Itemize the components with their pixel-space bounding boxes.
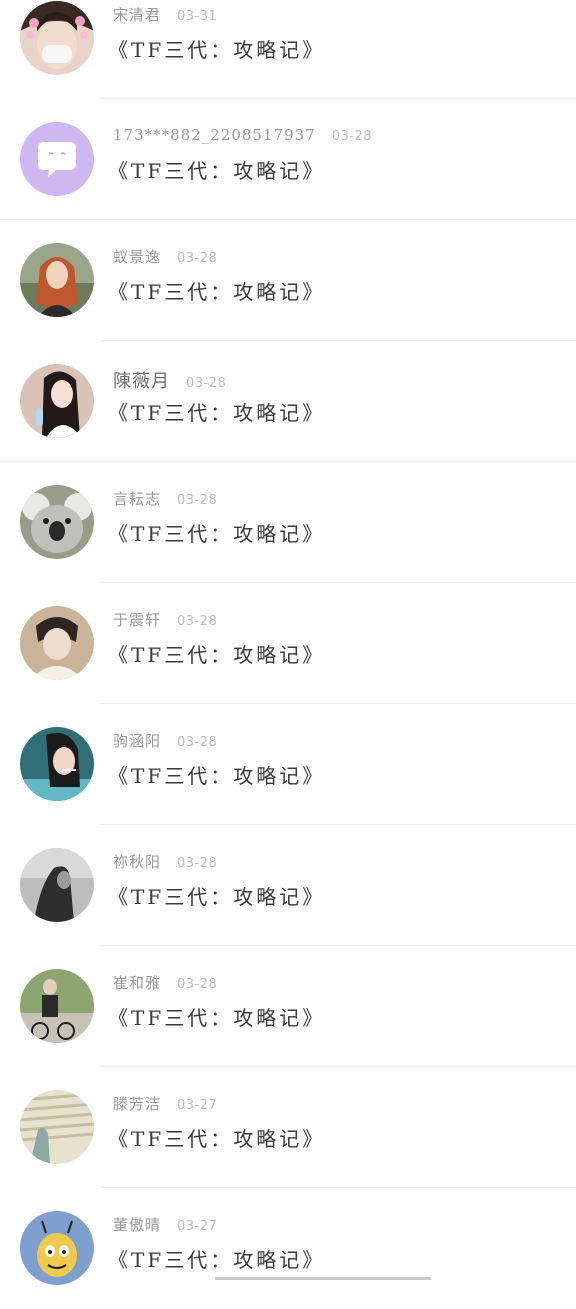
message-meta: 宋清君 03-31	[113, 4, 217, 26]
avatar[interactable]	[20, 848, 94, 922]
message-meta: 滕芳洁 03-27	[113, 1093, 217, 1115]
avatar[interactable]	[20, 727, 94, 801]
list-item[interactable]: 蚁景逸 03-28 《TF三代：攻略记》	[0, 220, 576, 341]
list-item[interactable]: 崔和雅 03-28 《TF三代：攻略记》	[0, 946, 576, 1067]
message-text: 《TF三代：攻略记》	[108, 522, 326, 546]
avatar[interactable]	[20, 969, 94, 1043]
list-item[interactable]: 宋清君 03-31 《TF三代：攻略记》	[0, 0, 576, 99]
avatar[interactable]	[20, 364, 94, 438]
message-date: 03-28	[177, 251, 218, 266]
sender-name: 陳薇月	[113, 371, 170, 392]
message-date: 03-28	[177, 614, 218, 629]
sender-name: 173***882_2208517937	[113, 126, 316, 144]
message-meta: 173***882_2208517937 03-28	[113, 125, 372, 147]
avatar[interactable]	[20, 1090, 94, 1164]
sender-name: 于震轩	[113, 611, 162, 629]
message-list: 宋清君 03-31 《TF三代：攻略记》 173***882_2208517937…	[0, 0, 576, 1309]
list-item[interactable]: 言耘志 03-28 《TF三代：攻略记》	[0, 462, 576, 583]
sender-name: 驹涵阳	[113, 732, 162, 750]
avatar[interactable]	[20, 1211, 94, 1285]
message-date: 03-27	[177, 1098, 218, 1113]
sender-name: 言耘志	[113, 490, 162, 508]
list-item[interactable]: 祢秋阳 03-28 《TF三代：攻略记》	[0, 825, 576, 946]
message-meta: 陳薇月 03-28	[113, 367, 227, 392]
message-meta: 崔和雅 03-28	[113, 972, 217, 994]
message-text: 《TF三代：攻略记》	[108, 38, 326, 62]
avatar[interactable]	[20, 243, 94, 317]
message-text: 《TF三代：攻略记》	[108, 885, 326, 909]
avatar[interactable]	[20, 1, 94, 75]
message-text: 《TF三代：攻略记》	[108, 401, 326, 425]
avatar[interactable]	[20, 606, 94, 680]
list-item[interactable]: 陳薇月 03-28 《TF三代：攻略记》	[0, 341, 576, 462]
message-meta: 驹涵阳 03-28	[113, 730, 217, 752]
sender-name: 滕芳洁	[113, 1095, 162, 1113]
message-date: 03-28	[177, 735, 218, 750]
message-date: 03-28	[177, 856, 218, 871]
list-item[interactable]: 董傲晴 03-27 《TF三代：攻略记》	[0, 1188, 576, 1309]
message-meta: 言耘志 03-28	[113, 488, 217, 510]
list-item[interactable]: 173***882_2208517937 03-28 《TF三代：攻略记》	[0, 99, 576, 220]
sender-name: 崔和雅	[113, 974, 162, 992]
avatar[interactable]	[20, 485, 94, 559]
message-text: 《TF三代：攻略记》	[108, 1006, 326, 1030]
message-text: 《TF三代：攻略记》	[108, 280, 326, 304]
sender-name: 蚁景逸	[113, 248, 162, 266]
message-meta: 蚁景逸 03-28	[113, 246, 217, 268]
message-meta: 于震轩 03-28	[113, 609, 217, 631]
message-meta: 董傲晴 03-27	[113, 1214, 217, 1236]
avatar[interactable]	[20, 122, 94, 196]
sender-name: 祢秋阳	[113, 853, 162, 871]
message-text: 《TF三代：攻略记》	[108, 764, 326, 788]
message-date: 03-28	[177, 493, 218, 508]
list-item[interactable]: 滕芳洁 03-27 《TF三代：攻略记》	[0, 1067, 576, 1188]
message-text: 《TF三代：攻略记》	[108, 643, 326, 667]
message-date: 03-28	[331, 129, 372, 144]
message-text: 《TF三代：攻略记》	[108, 159, 326, 183]
list-item[interactable]: 驹涵阳 03-28 《TF三代：攻略记》	[0, 704, 576, 825]
message-date: 03-27	[177, 1219, 218, 1234]
message-text: 《TF三代：攻略记》	[108, 1127, 326, 1151]
message-date: 03-28	[186, 376, 227, 391]
sender-name: 董傲晴	[113, 1216, 162, 1234]
list-item[interactable]: 于震轩 03-28 《TF三代：攻略记》	[0, 583, 576, 704]
message-date: 03-31	[177, 9, 218, 24]
message-text: 《TF三代：攻略记》	[108, 1248, 326, 1272]
message-date: 03-28	[177, 977, 218, 992]
sender-name: 宋清君	[113, 6, 162, 24]
message-meta: 祢秋阳 03-28	[113, 851, 217, 873]
